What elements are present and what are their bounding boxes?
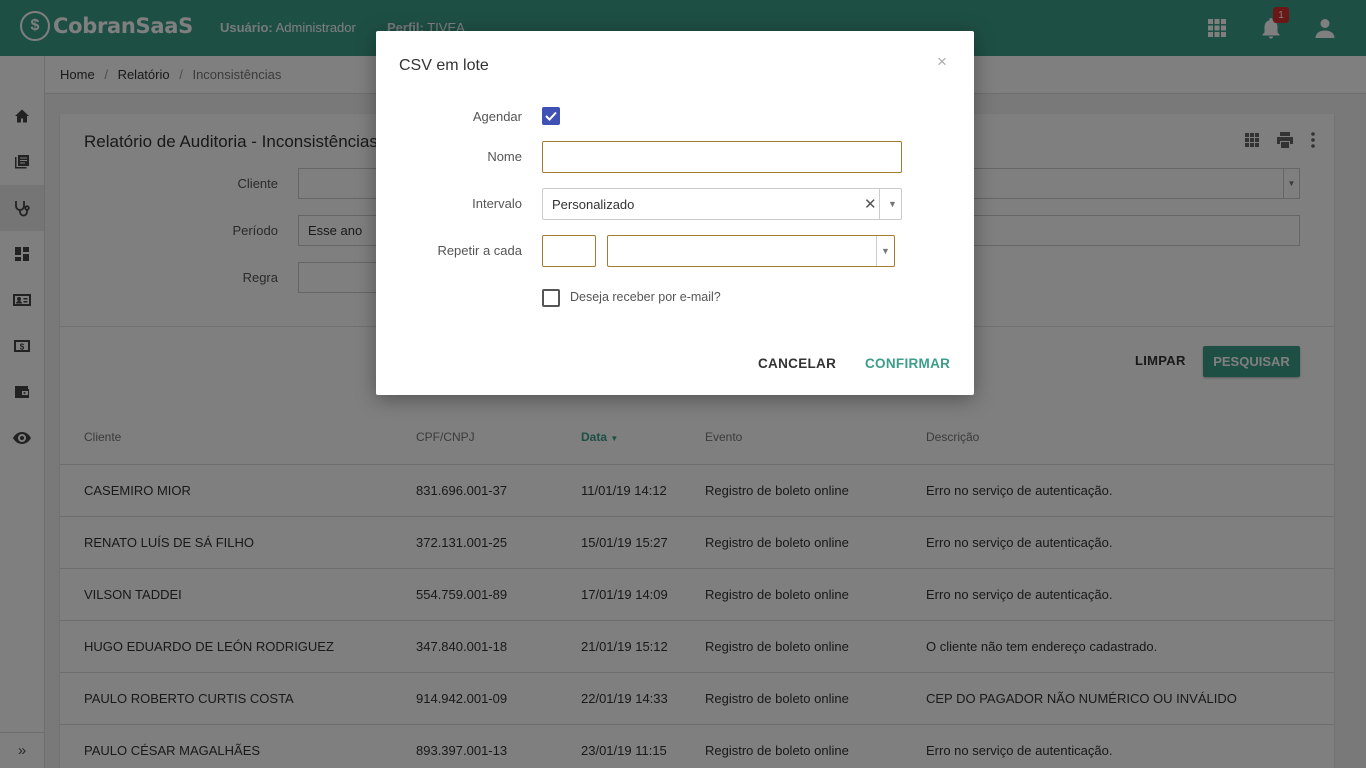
intervalo-label: Intervalo: [472, 196, 522, 211]
csv-batch-dialog: CSV em lote × Agendar Nome Intervalo Per…: [376, 31, 974, 395]
confirm-button[interactable]: CONFIRMAR: [865, 356, 950, 371]
select-divider: [876, 236, 877, 266]
cancel-button[interactable]: CANCELAR: [758, 356, 836, 371]
chevron-down-icon[interactable]: ▼: [888, 199, 897, 209]
email-checkbox-label[interactable]: Deseja receber por e-mail?: [570, 290, 721, 304]
repetir-label: Repetir a cada: [437, 243, 522, 258]
email-checkbox[interactable]: [542, 289, 560, 307]
intervalo-value: Personalizado: [552, 197, 635, 212]
close-icon[interactable]: ×: [937, 52, 947, 72]
nome-input[interactable]: [542, 141, 902, 173]
select-divider: [879, 189, 880, 219]
repetir-number-input[interactable]: [542, 235, 596, 267]
dialog-title: CSV em lote: [399, 57, 489, 74]
check-icon: [545, 111, 557, 121]
agendar-checkbox[interactable]: [542, 107, 560, 125]
agendar-label: Agendar: [472, 109, 522, 124]
chevron-down-icon[interactable]: ▼: [881, 246, 890, 256]
nome-label: Nome: [487, 149, 522, 164]
intervalo-select[interactable]: Personalizado ✕ ▼: [542, 188, 902, 220]
clear-icon[interactable]: ✕: [864, 195, 877, 213]
repetir-unit-select[interactable]: ▼: [607, 235, 895, 267]
